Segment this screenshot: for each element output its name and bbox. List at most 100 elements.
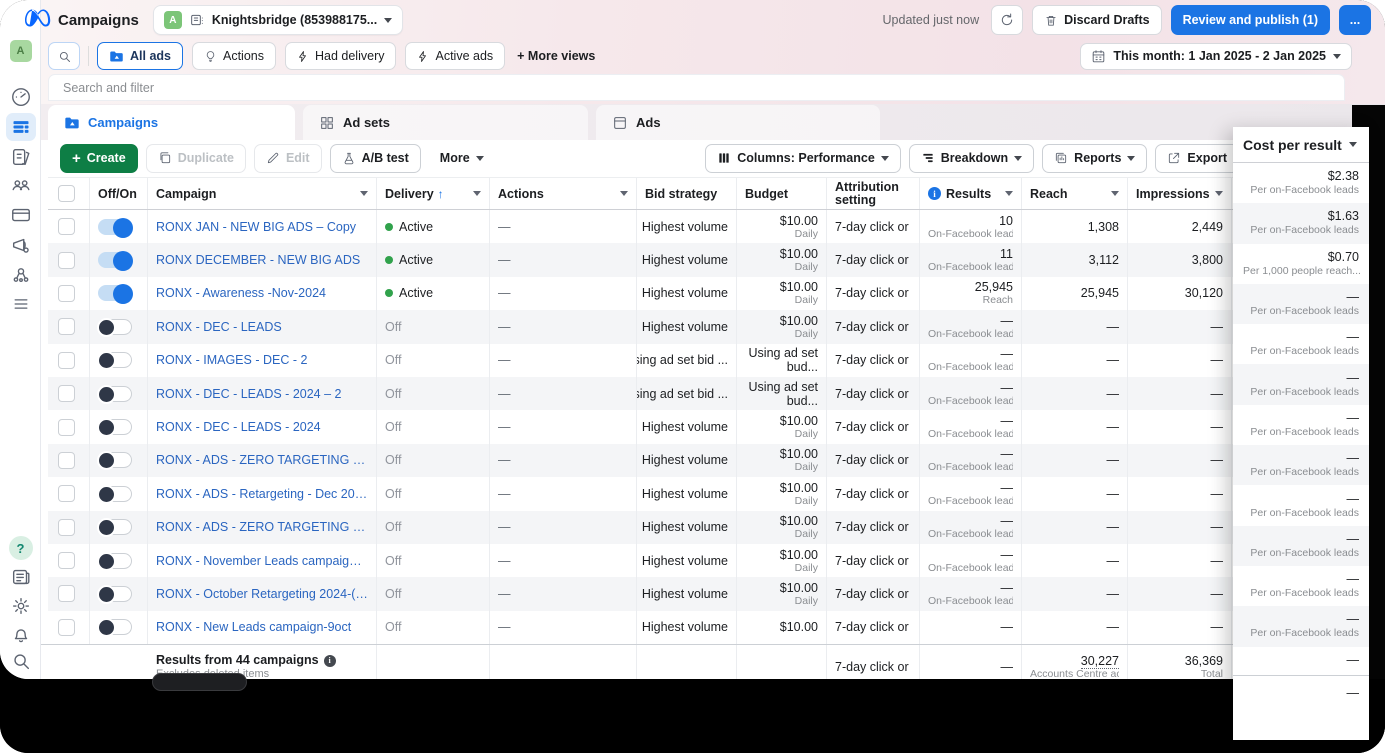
create-button[interactable]: + Create [60,143,138,173]
campaign-toggle[interactable] [97,618,132,638]
campaign-link[interactable]: RONX JAN - NEW BIG ADS – Copy [156,220,368,234]
select-all-checkbox[interactable] [58,185,75,202]
campaign-toggle[interactable] [97,351,132,371]
campaign-toggle[interactable] [97,418,132,438]
campaign-link[interactable]: RONX - ADS - ZERO TARGETING - NOV 2024 –… [156,520,368,534]
refresh-button[interactable] [991,5,1024,35]
campaign-toggle[interactable] [98,217,133,238]
table-row: RONX - IMAGES - DEC - 2 Off — Using ad s… [48,343,1385,377]
more-views-button[interactable]: + More views [517,49,595,63]
global-search-icon[interactable] [0,650,41,672]
discard-drafts-button[interactable]: Discard Drafts [1032,5,1162,35]
results-cell: — On-Facebook lead [920,577,1022,611]
col-campaign[interactable]: Campaign [148,178,377,209]
date-range-selector[interactable]: This month: 1 Jan 2025 - 2 Jan 2025 [1080,42,1352,70]
campaign-toggle[interactable] [97,451,132,471]
account-avatar[interactable]: A [0,40,41,62]
campaign-link[interactable]: RONX - IMAGES - DEC - 2 [156,353,368,367]
row-checkbox[interactable] [58,318,75,336]
row-checkbox[interactable] [58,518,75,536]
search-and-filter-input[interactable] [48,74,1345,101]
campaign-link[interactable]: RONX DECEMBER - NEW BIG ADS [156,253,368,267]
row-checkbox[interactable] [58,618,75,636]
campaign-toggle[interactable] [98,284,133,305]
row-checkbox[interactable] [58,552,75,570]
actions-cell: — [490,376,637,411]
tab-campaigns[interactable]: Campaigns [48,105,295,140]
campaign-link[interactable]: RONX - November Leads campaign (AV) [156,554,368,568]
filter-actions[interactable]: Actions [192,42,276,70]
col-delivery[interactable]: Delivery ↑ [377,178,490,209]
campaign-link[interactable]: RONX - New Leads campaign-9oct [156,620,368,634]
col-attribution[interactable]: Attribution setting [827,178,920,209]
row-checkbox[interactable] [58,585,75,603]
campaign-link[interactable]: RONX - DEC - LEADS - 2024 [156,420,368,434]
updates-news-icon[interactable] [0,566,41,588]
filter-search-button[interactable] [48,42,80,70]
tab-ads[interactable]: Ads [596,105,880,140]
account-selector[interactable]: A Knightsbridge (853988175... [152,5,404,35]
filter-active-ads[interactable]: Active ads [405,42,506,70]
attribution-cell: 7-day click or ... [827,543,920,578]
filter-had-delivery[interactable]: Had delivery [285,42,397,70]
col-results[interactable]: i Results [920,178,1022,209]
campaign-link[interactable]: RONX - October Retargeting 2024-(AV) HIG… [156,587,368,601]
campaign-toggle[interactable] [97,384,132,404]
col-off-on[interactable]: Off/On [90,178,148,209]
export-button[interactable]: Export [1155,143,1239,173]
reports-button[interactable]: Reports [1042,143,1148,173]
reports-pages-icon[interactable] [0,146,41,168]
campaign-link[interactable]: RONX - ADS - Retargeting - Dec 2024 – Co… [156,487,368,501]
col-bid-strategy[interactable]: Bid strategy [637,178,737,209]
all-tools-menu-icon[interactable] [0,294,41,314]
row-checkbox[interactable] [58,251,75,269]
row-checkbox[interactable] [58,485,75,503]
row-checkbox[interactable] [58,351,75,369]
meta-logo-icon[interactable] [25,6,59,35]
more-options-button[interactable]: ... [1339,5,1371,35]
review-and-publish-button[interactable]: Review and publish (1) [1170,5,1330,35]
help-icon[interactable]: ? [0,536,41,560]
info-icon[interactable]: i [323,654,336,667]
row-checkbox[interactable] [58,418,75,436]
active-dot-icon [385,256,393,265]
row-checkbox[interactable] [58,451,75,469]
row-checkbox[interactable] [58,284,75,302]
col-reach[interactable]: Reach [1022,178,1128,209]
col-actions[interactable]: Actions [490,178,637,209]
campaign-toggle[interactable] [97,484,132,504]
row-checkbox[interactable] [58,218,75,236]
overview-gauge-icon[interactable] [0,86,41,108]
row-checkbox[interactable] [58,385,75,403]
audiences-people-icon[interactable] [0,174,41,196]
results-cell: 25,945 Reach [920,276,1022,311]
notifications-bell-icon[interactable] [0,623,41,645]
campaign-link[interactable]: RONX - DEC - LEADS [156,320,368,334]
settings-gear-icon[interactable] [0,595,41,617]
campaign-toggle[interactable] [97,584,132,604]
filter-all-ads[interactable]: All ads [97,42,183,70]
cost-per-result-total: — [1233,674,1369,740]
campaign-link[interactable]: RONX - ADS - ZERO TARGETING - DECEMBER .… [156,453,368,467]
campaign-toggle[interactable] [97,518,132,538]
duplicate-button[interactable]: Duplicate [145,143,246,173]
campaigns-table-icon[interactable] [0,113,41,141]
bolt-icon [299,50,306,62]
hierarchy-icon[interactable] [0,264,41,286]
ads-settings-megaphone-icon[interactable] [0,234,41,256]
campaign-link[interactable]: RONX - Awareness -Nov-2024 [156,286,368,300]
campaign-toggle[interactable] [97,317,132,337]
more-button[interactable]: More [429,144,495,173]
ab-test-button[interactable]: A/B test [329,143,421,173]
campaign-toggle[interactable] [97,551,132,571]
edit-button[interactable]: Edit [253,143,322,173]
campaign-link[interactable]: RONX - DEC - LEADS - 2024 – 2 [156,387,368,401]
tab-ad-sets[interactable]: Ad sets [303,105,588,140]
columns-button[interactable]: Columns: Performance [705,143,901,173]
col-impressions[interactable]: Impressions [1128,178,1232,209]
campaign-toggle[interactable] [98,251,133,272]
col-budget[interactable]: Budget [737,178,827,209]
cost-per-result-header[interactable]: Cost per result [1233,127,1369,163]
breakdown-button[interactable]: Breakdown [908,143,1035,173]
billing-card-icon[interactable] [0,204,41,226]
